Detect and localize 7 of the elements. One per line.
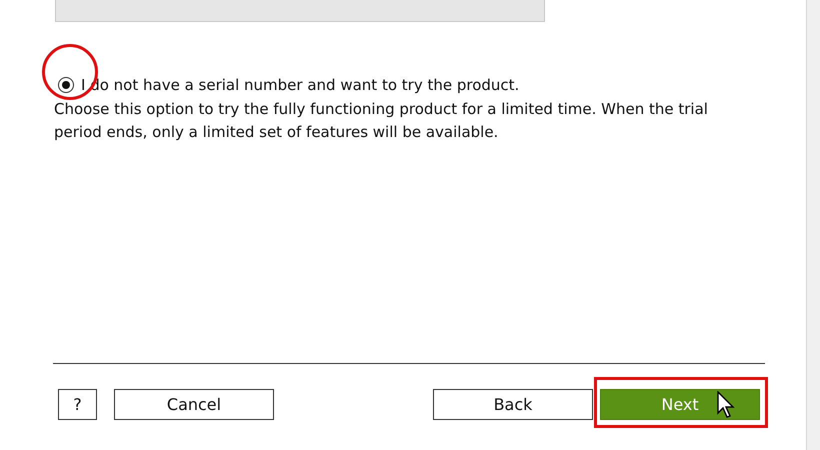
next-button[interactable]: Next	[600, 389, 760, 420]
cursor-icon	[717, 391, 736, 418]
back-button[interactable]: Back	[433, 389, 593, 420]
cancel-button[interactable]: Cancel	[114, 389, 274, 420]
help-button[interactable]: ?	[58, 389, 97, 420]
radio-button[interactable]	[58, 77, 74, 94]
option-description: Choose this option to try the fully functioning product for a limited time. When the trial period ends, only a limited set of features will be available.	[54, 98, 709, 142]
